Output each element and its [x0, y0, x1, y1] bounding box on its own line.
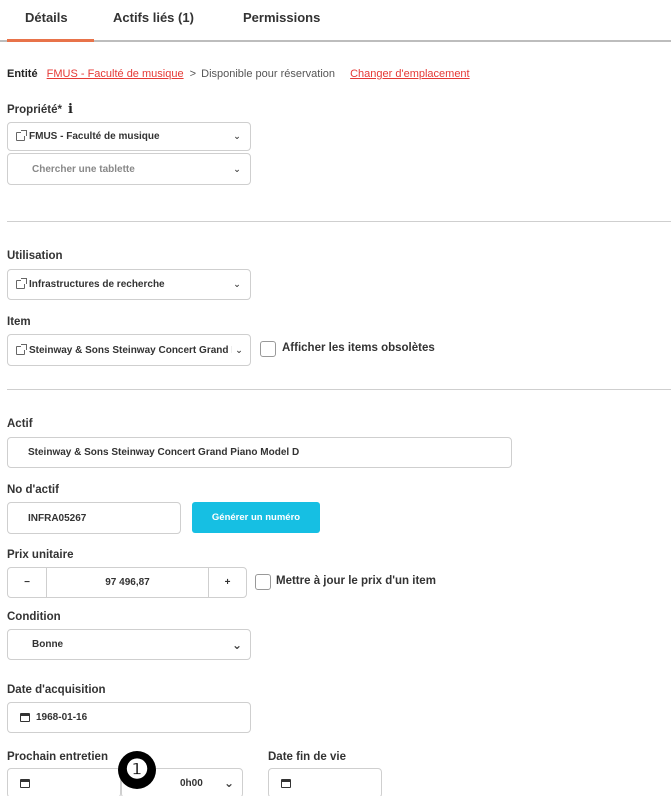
condition-label: Condition	[7, 611, 61, 623]
asset-number-value: INFRA05267	[28, 512, 87, 524]
calendar-icon	[20, 713, 30, 722]
acquisition-date-value: 1968-01-16	[36, 712, 88, 723]
tab-permissions[interactable]: Permissions	[243, 10, 320, 25]
generate-number-button[interactable]: Générer un numéro	[192, 502, 320, 533]
calendar-icon	[281, 778, 291, 788]
unit-price-input[interactable]: 97 496,87	[46, 568, 208, 597]
chevron-down-icon: ⌄	[231, 637, 243, 652]
shelf-search-select[interactable]: Chercher une tablette ⌄	[7, 153, 251, 185]
property-label-text: Propriété*	[7, 104, 62, 116]
breadcrumb-entity-link[interactable]: FMUS - Faculté de musique	[47, 68, 184, 80]
asset-label: Actif	[7, 418, 33, 430]
chevron-down-icon: ⌄	[233, 131, 241, 141]
breadcrumb-prefix: Entité	[7, 68, 38, 80]
tab-linked-assets[interactable]: Actifs liés (1)	[113, 10, 194, 25]
change-location-link[interactable]: Changer d'emplacement	[350, 68, 470, 80]
show-obsolete-label: Afficher les items obsolètes	[282, 342, 435, 354]
tab-active-indicator	[7, 39, 94, 42]
condition-select-value: Bonne	[32, 639, 64, 650]
annotation-marker: ❶	[118, 751, 156, 789]
item-select-value: Steinway & Sons Steinway Concert Grand P…	[29, 344, 232, 356]
breadcrumb-separator: >	[189, 68, 197, 80]
usage-label: Utilisation	[7, 250, 63, 262]
calendar-icon	[20, 778, 30, 788]
next-maintenance-label: Prochain entretien	[7, 751, 108, 763]
section-divider	[7, 221, 671, 222]
item-label: Item	[7, 316, 31, 328]
chevron-down-icon: ⌄	[233, 163, 241, 174]
info-icon[interactable]: i	[68, 102, 73, 117]
acquisition-date-input[interactable]: 1968-01-16	[7, 702, 251, 733]
end-of-life-label: Date fin de vie	[268, 751, 346, 763]
item-select[interactable]: Steinway & Sons Steinway Concert Grand P…	[7, 334, 251, 366]
asset-number-input[interactable]: INFRA05267	[7, 502, 181, 534]
next-maintenance-date-input[interactable]	[7, 768, 121, 796]
unit-price-stepper: − 97 496,87 +	[7, 567, 247, 598]
unit-price-label: Prix unitaire	[7, 549, 74, 561]
breadcrumb-status: Disponible pour réservation	[201, 68, 336, 80]
breadcrumb: Entité FMUS - Faculté de musique > Dispo…	[7, 68, 470, 80]
update-item-price-checkbox[interactable]	[255, 574, 271, 590]
asset-name-value: Steinway & Sons Steinway Concert Grand P…	[28, 447, 300, 458]
property-label: Propriété* i	[7, 102, 73, 117]
usage-select-value: Infrastructures de recherche	[29, 279, 165, 290]
end-of-life-date-input[interactable]	[268, 768, 382, 796]
external-link-icon	[16, 130, 27, 141]
property-select[interactable]: FMUS - Faculté de musique ⌄	[7, 122, 251, 151]
asset-number-label: No d'actif	[7, 484, 59, 496]
property-select-value: FMUS - Faculté de musique	[29, 131, 160, 142]
acquisition-date-label: Date d'acquisition	[7, 684, 106, 696]
next-maintenance-time-value: 0h00	[180, 777, 203, 789]
section-divider	[7, 389, 671, 390]
chevron-down-icon: ⌄	[235, 344, 243, 355]
tab-divider	[0, 40, 671, 42]
tab-details[interactable]: Détails	[25, 10, 68, 25]
price-increment-button[interactable]: +	[208, 568, 246, 597]
condition-select[interactable]: Bonne ⌄	[7, 629, 251, 660]
update-item-price-label: Mettre à jour le prix d'un item	[276, 575, 436, 587]
chevron-down-icon: ⌄	[223, 776, 235, 790]
external-link-icon	[16, 343, 27, 355]
external-link-icon	[16, 278, 27, 289]
chevron-down-icon: ⌄	[233, 279, 241, 289]
asset-name-input[interactable]: Steinway & Sons Steinway Concert Grand P…	[7, 437, 512, 468]
shelf-search-placeholder: Chercher une tablette	[32, 163, 135, 175]
tab-bar: Détails Actifs liés (1) Permissions	[0, 0, 671, 42]
show-obsolete-checkbox[interactable]	[260, 341, 276, 357]
price-decrement-button[interactable]: −	[8, 568, 46, 597]
usage-select[interactable]: Infrastructures de recherche ⌄	[7, 269, 251, 300]
